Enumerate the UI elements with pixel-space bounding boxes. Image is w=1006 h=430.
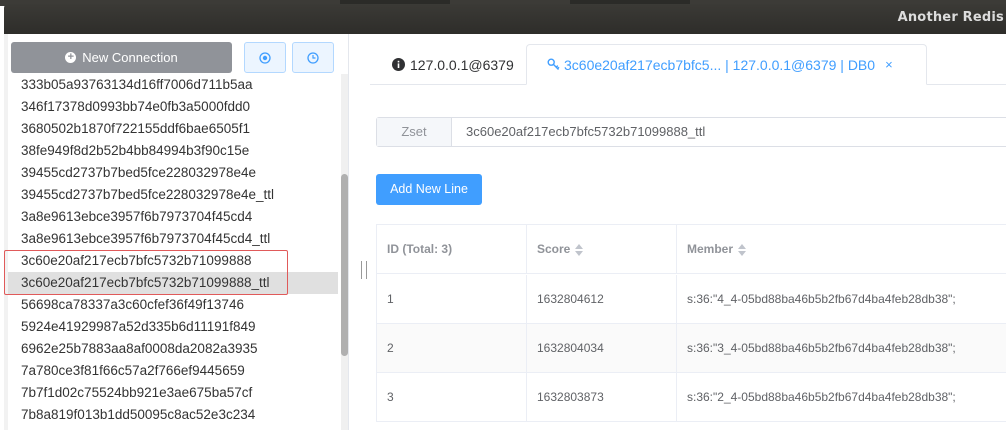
sort-icon[interactable] <box>738 243 747 256</box>
key-list-item[interactable]: 346f17378d0993bb74e0fb3a5000fdd0 <box>8 96 338 118</box>
key-list-item[interactable]: 7a780ce3f81f66c57a2f766ef9445659 <box>8 360 338 382</box>
key-list-item[interactable]: 6962e25b7883aa8af0008da2082a3935 <box>8 338 338 360</box>
table-cell-member: s:36:"2_4-05bd88ba46b5b2fb67d4ba4feb28db… <box>687 390 956 404</box>
new-connection-button[interactable]: + New Connection <box>11 42 232 73</box>
table-row[interactable]: 3 1632803873 s:36:"2_4-05bd88ba46b5b2fb67d… <box>377 373 1006 422</box>
tab-label: 3c60e20af217ecb7bfc5... | 127.0.0.1@6379… <box>564 56 876 73</box>
key-list-item[interactable]: 3a8e9613ebce3957f6b7973704f45cd4_ttl <box>8 228 338 250</box>
new-connection-label: New Connection <box>82 50 178 65</box>
table-cell-id: 2 <box>377 324 527 373</box>
clock-icon <box>307 51 319 64</box>
table-row[interactable]: 1 1632804612 s:36:"4_4-05bd88ba46b5b2fb67d… <box>377 275 1006 324</box>
scrollbar-thumb[interactable] <box>341 174 348 356</box>
key-list-item[interactable]: 39455cd2737b7bed5fce228032978e4e <box>8 162 338 184</box>
key-list-item[interactable]: 7b8a819f013b1dd50095c8ac52e3c234 <box>8 404 338 426</box>
key-name-input[interactable]: 3c60e20af217ecb7bfc5732b71099888_ttl <box>466 118 705 146</box>
key-list-item[interactable]: 3680502b1870f722155ddf6bae6505f1 <box>8 118 338 140</box>
connection-sidebar: + New Connection 333b05a93763134d16ff700… <box>4 34 349 430</box>
key-list-item[interactable]: 56698ca78337a3c60cfef36f49f13746 <box>8 294 338 316</box>
tab-label: 127.0.0.1@6379 <box>410 56 514 73</box>
key-list-item[interactable]: 5924e41929987a52d335b6d11191f849 <box>8 316 338 338</box>
plus-circle-icon: + <box>65 52 77 63</box>
key-list-item[interactable]: 3a8e9613ebce3957f6b7973704f45cd4 <box>8 206 338 228</box>
tab-key-detail[interactable]: 3c60e20af217ecb7bfc5... | 127.0.0.1@6379… <box>526 44 927 85</box>
window-title: Another Redis <box>897 10 1004 25</box>
title-bar[interactable]: Another Redis <box>4 4 1006 34</box>
table-cell-member: s:36:"3_4-05bd88ba46b5b2fb67d4ba4feb28db… <box>687 341 956 355</box>
settings-button[interactable] <box>244 42 286 73</box>
tab-connection-info[interactable]: 127.0.0.1@6379 <box>370 44 526 85</box>
column-header-label: Member <box>687 242 734 256</box>
column-header-member[interactable]: Member <box>677 225 1006 274</box>
info-icon <box>392 58 405 71</box>
table-cell-member: s:36:"4_4-05bd88ba46b5b2fb67d4ba4feb28db… <box>687 292 956 306</box>
key-list-item[interactable]: 333b05a93763134d16ff7006d711b5aa <box>8 74 338 96</box>
table-row[interactable]: 2 1632804034 s:36:"3_4-05bd88ba46b5b2fb67d… <box>377 324 1006 373</box>
key-name-row: Zset 3c60e20af217ecb7bfc5732b71099888_tt… <box>376 117 1006 147</box>
table-cell-score: 1632804612 <box>527 275 677 324</box>
key-type-label: Zset <box>377 118 452 146</box>
panel-resize-handle[interactable] <box>361 261 367 279</box>
table-cell-score: 1632804034 <box>527 324 677 373</box>
target-icon <box>259 51 271 64</box>
annotation-highlight-box <box>4 250 288 295</box>
tab-bar: 127.0.0.1@6379 3c60e20af217ecb7bfc5... |… <box>370 44 1006 85</box>
key-list-item[interactable]: 38fe949f8d2b52b4bb84994b3f90c15e <box>8 140 338 162</box>
table-cell-id: 1 <box>377 275 527 324</box>
app-window: + New Connection 333b05a93763134d16ff700… <box>4 34 1006 430</box>
key-list-item[interactable]: 7b7f1d02c75524bb921e3ae675ba57cf <box>8 382 338 404</box>
history-button[interactable] <box>292 42 334 73</box>
table-header-row: ID (Total: 3) Score Member <box>377 225 1006 274</box>
key-list-scrollbar[interactable] <box>341 74 348 430</box>
column-header-id: ID (Total: 3) <box>377 225 527 274</box>
close-tab-icon[interactable]: × <box>885 57 893 72</box>
zset-table: ID (Total: 3) Score Member 1 1632804612 s:… <box>376 224 1006 422</box>
column-header-score[interactable]: Score <box>527 225 677 274</box>
sort-icon[interactable] <box>575 243 584 256</box>
table-cell-id: 3 <box>377 373 527 422</box>
table-cell-score: 1632803873 <box>527 373 677 422</box>
add-new-line-button[interactable]: Add New Line <box>376 174 482 205</box>
key-list-item[interactable]: 39455cd2737b7bed5fce228032978e4e_ttl <box>8 184 338 206</box>
key-icon <box>547 58 560 70</box>
column-header-label: Score <box>537 242 571 256</box>
